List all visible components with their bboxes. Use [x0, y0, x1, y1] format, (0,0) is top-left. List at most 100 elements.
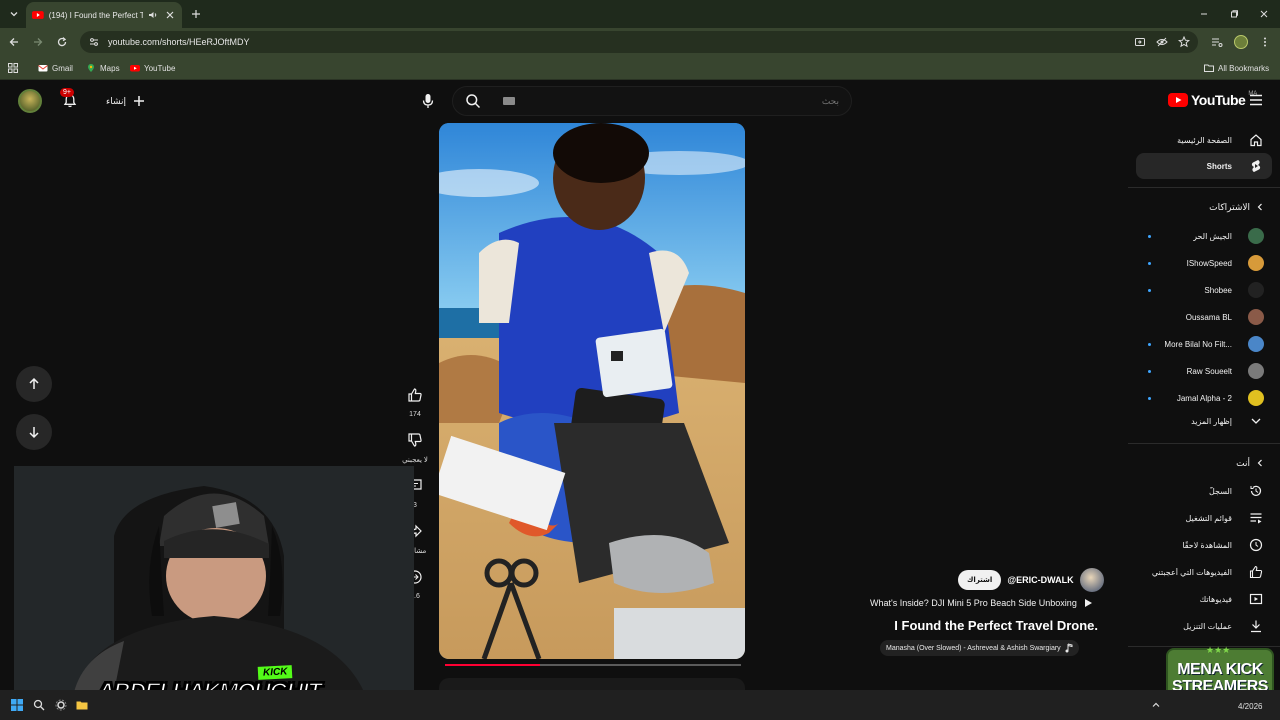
sound-name: Manasha (Over Slowed) - Ashreveal & Ashi… [886, 644, 1061, 652]
account-avatar[interactable] [18, 89, 42, 113]
sound-chip[interactable]: Manasha (Over Slowed) - Ashreveal & Ashi… [880, 640, 1079, 656]
dislike-action: لا يعجبني [400, 426, 430, 464]
playlist-icon [1248, 510, 1264, 526]
bookmark-label: YouTube [144, 63, 176, 73]
subscription-name: IShowSpeed [1186, 258, 1232, 268]
new-tab-plus-icon[interactable] [188, 6, 204, 22]
next-short-preview [439, 678, 745, 690]
sidebar-item-playlists[interactable]: قوائم التشغيل [1136, 505, 1272, 531]
tab-search-chevron-icon[interactable] [6, 6, 22, 22]
channel-avatar [1248, 363, 1264, 379]
you-heading-label: أنت [1236, 457, 1250, 468]
short-video-player[interactable] [439, 123, 745, 659]
related-video-title: What's Inside? DJI Mini 5 Pro Beach Side… [870, 598, 1077, 608]
dislike-label: لا يعجبني [402, 457, 428, 464]
sidebar-subscription-item[interactable]: More Bilal No Filt... [1136, 331, 1272, 357]
all-bookmarks[interactable]: All Bookmarks [1204, 61, 1269, 75]
sidebar-label: الفيديوهات التي أعجبتني [1151, 567, 1232, 577]
you-heading[interactable]: أنت [1136, 453, 1272, 473]
windows-start-icon[interactable] [9, 697, 25, 713]
badge-line-1: MENA KICK [1177, 661, 1263, 678]
voice-search-button[interactable] [414, 87, 442, 115]
sidebar-item-downloads[interactable]: عمليات التنزيل [1136, 613, 1272, 639]
file-explorer-icon[interactable] [74, 697, 90, 713]
new-content-dot [1148, 289, 1151, 292]
sidebar-item-history[interactable]: السجلّ [1136, 478, 1272, 504]
sidebar-item-shorts[interactable]: Shorts [1136, 153, 1272, 179]
like-count: 174 [409, 411, 421, 418]
tab-close-icon[interactable] [164, 9, 176, 21]
youtube-logo[interactable]: YouTube MA [1168, 91, 1257, 108]
bookmark-maps[interactable]: Maps [86, 61, 120, 75]
apps-grid-icon[interactable] [8, 61, 18, 75]
search-input[interactable] [493, 87, 851, 115]
create-label: إنشاء [106, 95, 127, 106]
channel-avatar [1248, 336, 1264, 352]
search-button[interactable] [453, 87, 493, 115]
new-content-dot [1148, 343, 1151, 346]
like-button[interactable] [401, 381, 429, 409]
bookmark-youtube[interactable]: YouTube [130, 61, 175, 75]
eye-off-icon[interactable] [1154, 34, 1170, 50]
sidebar-item-your-videos[interactable]: فيديوهاتك [1136, 586, 1272, 612]
sidebar-show-more[interactable]: إظهار المزيد [1136, 408, 1272, 434]
create-button[interactable]: إنشاء [106, 94, 146, 108]
chevron-down-icon [1248, 413, 1264, 429]
tray-chevron-up-icon[interactable] [1148, 697, 1164, 713]
channel-avatar[interactable] [1079, 568, 1104, 592]
taskbar-search-icon[interactable] [31, 697, 47, 713]
guide-menu-icon[interactable] [1248, 92, 1264, 108]
channel-avatar [1248, 228, 1264, 244]
subscription-name: الجيش الحر [1193, 231, 1232, 241]
bookmark-label: Gmail [52, 63, 73, 73]
sidebar-item-home[interactable]: الصفحة الرئيسية [1136, 127, 1272, 153]
sidebar-item-watch-later[interactable]: المشاهدة لاحقًا [1136, 532, 1272, 558]
subscribe-button[interactable]: اشتراك [958, 570, 1002, 590]
channel-name[interactable]: @ERIC-DWALK [1007, 575, 1073, 585]
notification-count-badge: 9+ [60, 88, 74, 97]
channel-avatar [1248, 255, 1264, 271]
taskbar-settings-icon[interactable] [53, 697, 69, 713]
sidebar-label: Shorts [1206, 161, 1232, 171]
gmail-icon [38, 65, 48, 72]
reload-icon[interactable] [54, 34, 70, 50]
short-video-frame [439, 123, 745, 659]
bookmark-star-icon[interactable] [1176, 34, 1192, 50]
music-note-icon [1065, 643, 1073, 653]
back-arrow-icon[interactable] [6, 34, 22, 50]
profile-avatar-icon[interactable] [1233, 34, 1249, 50]
browser-tab-active[interactable]: (194) I Found the Perfect Tra [26, 2, 182, 28]
channel-avatar [1248, 309, 1264, 325]
dislike-button[interactable] [401, 426, 429, 454]
browser-menu-icon[interactable] [1257, 34, 1273, 50]
video-progress-fill [445, 664, 540, 666]
bookmark-gmail[interactable]: Gmail [38, 61, 73, 75]
sidebar-subscription-item[interactable]: Shobee [1136, 277, 1272, 303]
notifications-button[interactable]: 9+ [58, 88, 82, 113]
sidebar-subscription-item[interactable]: Raw Soueelt [1136, 358, 1272, 384]
minimize-icon[interactable] [1196, 6, 1212, 22]
your-videos-icon [1248, 591, 1264, 607]
tab-audio-icon[interactable] [148, 9, 160, 21]
site-info-icon[interactable] [88, 36, 100, 48]
media-controls-icon[interactable] [1209, 34, 1225, 50]
keyboard-icon[interactable] [503, 97, 515, 105]
restore-icon[interactable] [1226, 6, 1242, 22]
video-progress-bar[interactable] [445, 664, 741, 666]
sidebar-item-liked-videos[interactable]: الفيديوهات التي أعجبتني [1136, 559, 1272, 585]
sidebar-subscription-item[interactable]: Oussama BL [1136, 304, 1272, 330]
sidebar-subscription-item[interactable]: IShowSpeed [1136, 250, 1272, 276]
close-window-icon[interactable] [1256, 6, 1272, 22]
related-video-link[interactable]: What's Inside? DJI Mini 5 Pro Beach Side… [870, 598, 1093, 608]
cast-icon[interactable] [1132, 34, 1148, 50]
home-icon [1248, 132, 1264, 148]
address-bar[interactable]: youtube.com/shorts/HEeRJOftMDY [80, 31, 1198, 53]
sidebar-label: عمليات التنزيل [1183, 621, 1232, 631]
sidebar-subscription-item[interactable]: الجيش الحر [1136, 223, 1272, 249]
new-content-dot [1148, 235, 1151, 238]
subscriptions-heading[interactable]: الاشتراكات [1136, 197, 1272, 217]
next-short-button[interactable] [16, 414, 52, 450]
forward-arrow-icon[interactable] [30, 34, 46, 50]
previous-short-button[interactable] [16, 366, 52, 402]
thumbs-down-icon [408, 433, 422, 447]
